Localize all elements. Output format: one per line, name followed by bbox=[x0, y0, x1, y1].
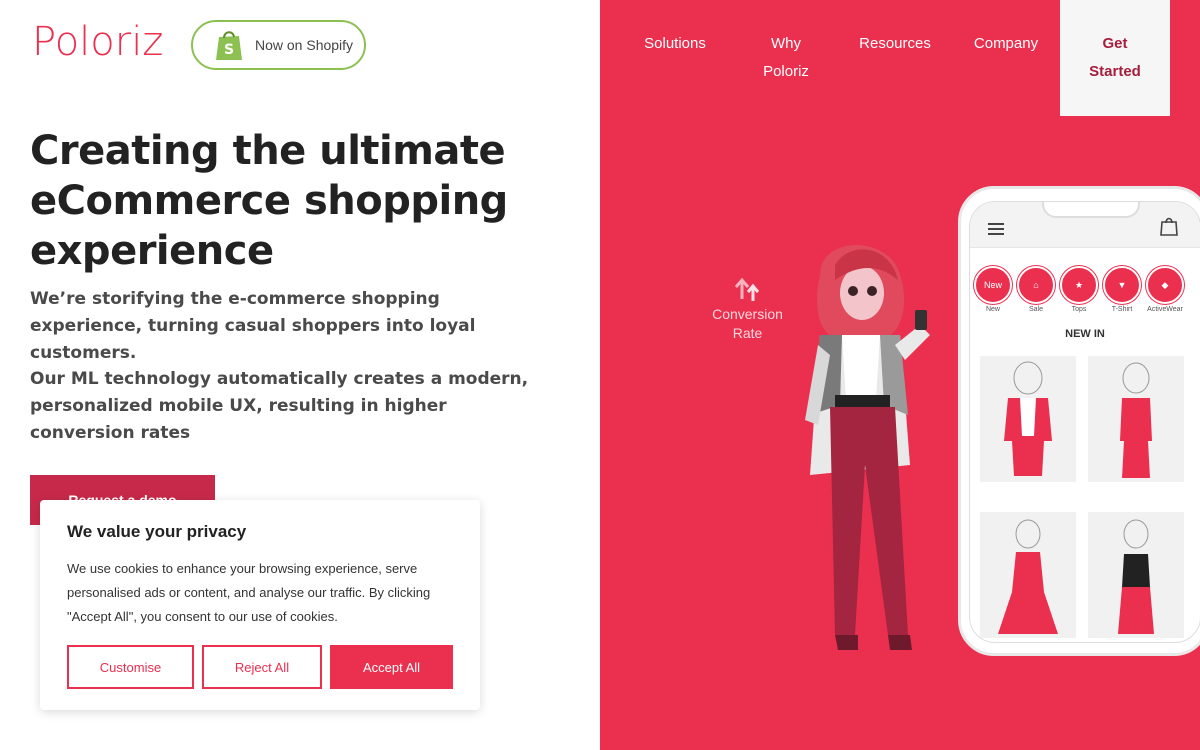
phone-mockup: New New ⌂ Sale ★ Tops ▼ T-Shirt ◆ Active… bbox=[958, 186, 1200, 656]
up-arrows-icon bbox=[734, 277, 759, 301]
shopify-badge[interactable]: S Now on Shopify bbox=[191, 20, 366, 70]
logo-text: Poloriz bbox=[32, 19, 164, 65]
cookie-consent-banner: We value your privacy We use cookies to … bbox=[40, 500, 480, 710]
cookie-body: We use cookies to enhance your browsing … bbox=[67, 561, 431, 624]
hero-title: Creating the ultimate eCommerce shopping… bbox=[30, 128, 508, 274]
shopping-bag-icon bbox=[1160, 217, 1178, 236]
tshirt-icon: ▼ bbox=[1103, 266, 1141, 304]
category-new-badge: New bbox=[983, 280, 1002, 290]
category-label: Sale bbox=[1028, 306, 1043, 313]
new-in-heading: NEW IN bbox=[1065, 328, 1105, 340]
red-jacket-outfit-illustration bbox=[1004, 361, 1052, 476]
black-top-red-skirt-outfit-illustration bbox=[1118, 519, 1154, 634]
category-new: New New bbox=[974, 266, 1012, 313]
product-card bbox=[980, 356, 1076, 482]
conversion-rate-label: Conversion Rate bbox=[712, 306, 783, 341]
category-activewear: ◆ ActiveWear bbox=[1146, 266, 1184, 313]
category-new-icon: New bbox=[974, 266, 1012, 304]
red-dress-outfit-illustration bbox=[998, 519, 1058, 634]
product-card bbox=[1088, 356, 1184, 482]
star-icon: ★ bbox=[1060, 266, 1098, 304]
hero-subtitle: We’re storifying the e-commerce shopping… bbox=[30, 289, 476, 363]
cookie-customise-button[interactable]: Customise bbox=[67, 645, 194, 689]
cookie-reject-all-button[interactable]: Reject All bbox=[202, 645, 322, 689]
shopify-bag-icon: S bbox=[216, 31, 242, 60]
category-carousel: New New ⌂ Sale ★ Tops ▼ T-Shirt ◆ Active… bbox=[974, 266, 1200, 313]
red-top-outfit-illustration bbox=[1120, 362, 1152, 478]
nav-get-started-label: Get Started bbox=[1089, 35, 1141, 80]
nav-solutions[interactable]: Solutions bbox=[640, 30, 710, 58]
phone-screen: New New ⌂ Sale ★ Tops ▼ T-Shirt ◆ Active… bbox=[969, 201, 1200, 643]
category-label: Tops bbox=[1071, 306, 1087, 313]
cookie-accept-all-button[interactable]: Accept All bbox=[330, 645, 453, 689]
svg-text:S: S bbox=[224, 42, 234, 58]
shopper-woman-illustration bbox=[805, 245, 930, 650]
poloriz-logo[interactable]: Poloriz bbox=[32, 20, 172, 64]
phone-notch bbox=[1042, 202, 1140, 218]
activewear-icon: ◆ bbox=[1146, 266, 1184, 304]
hamburger-menu-icon bbox=[988, 223, 1004, 235]
category-tops: ★ Tops bbox=[1060, 266, 1098, 313]
nav-why-poloriz[interactable]: Why Poloriz bbox=[750, 30, 822, 86]
nav-company[interactable]: Company bbox=[970, 30, 1042, 58]
category-label: New bbox=[985, 306, 1000, 313]
sale-tag-icon: ⌂ bbox=[1017, 266, 1055, 304]
category-label: T-Shirt bbox=[1111, 306, 1133, 313]
product-card bbox=[1088, 512, 1184, 638]
category-label: ActiveWear bbox=[1147, 306, 1183, 313]
product-card bbox=[980, 512, 1076, 638]
cookie-title: We value your privacy bbox=[67, 522, 247, 541]
category-tshirt: ▼ T-Shirt bbox=[1103, 266, 1141, 313]
shopify-badge-label: Now on Shopify bbox=[255, 37, 354, 53]
nav-resources[interactable]: Resources bbox=[858, 30, 932, 58]
hero-subtitle-2: Our ML technology automatically creates … bbox=[30, 369, 529, 443]
nav-get-started-button[interactable]: Get Started bbox=[1060, 0, 1170, 116]
category-sale: ⌂ Sale bbox=[1017, 266, 1055, 313]
